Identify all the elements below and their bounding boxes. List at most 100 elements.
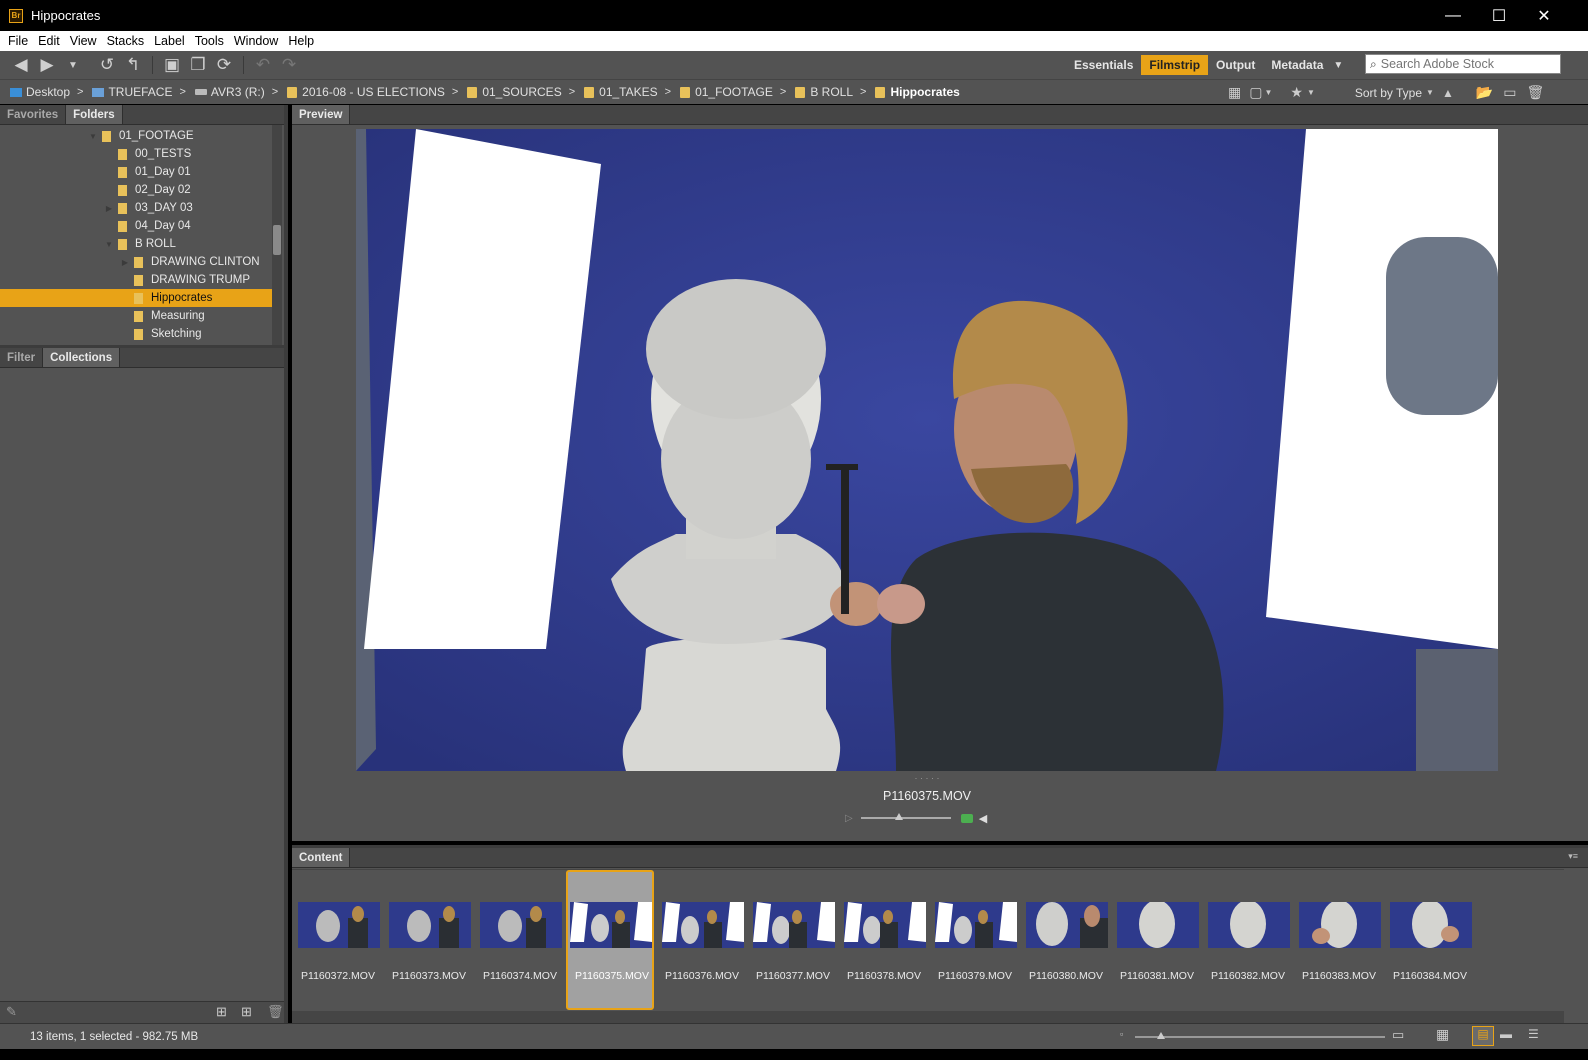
crumb-drive[interactable]: AVR3 (R:)	[194, 85, 265, 99]
workspace-essentials[interactable]: Essentials	[1066, 55, 1141, 75]
list-view-icon[interactable]: ☰	[1528, 1027, 1539, 1041]
folder-day-01[interactable]: 01_Day 01	[0, 163, 275, 181]
thumbnail-p1160375[interactable]: P1160375.MOV	[566, 870, 654, 1010]
thumbnail-p1160378[interactable]: P1160378.MOV	[840, 870, 928, 1010]
workspace-filmstrip[interactable]: Filmstrip	[1141, 55, 1209, 75]
folder-tree-scrollbar[interactable]	[272, 125, 282, 345]
tab-collections[interactable]: Collections	[43, 348, 121, 367]
search-box[interactable]: ⌕	[1365, 54, 1561, 74]
folder-sketching[interactable]: Sketching	[0, 325, 275, 343]
tab-favorites[interactable]: Favorites	[0, 105, 67, 124]
chevron-down-icon[interactable]: ▼	[1264, 88, 1272, 97]
folder-day-04[interactable]: 04_Day 04	[0, 217, 275, 235]
crumb-hippocrates[interactable]: Hippocrates	[875, 85, 960, 99]
volume-icon[interactable]: ◀	[979, 812, 987, 825]
menu-window[interactable]: Window	[229, 34, 283, 48]
menu-view[interactable]: View	[65, 34, 102, 48]
rotate-right-icon[interactable]: ↷	[276, 55, 302, 75]
sort-ascending-icon[interactable]: ▲	[1442, 86, 1454, 100]
edit-collection-icon[interactable]: ✎	[6, 1004, 17, 1020]
crumb-us-elections[interactable]: 2016-08 - US ELECTIONS	[287, 85, 445, 99]
content-scrollbar[interactable]	[292, 1011, 1564, 1023]
zoom-in-icon[interactable]: ▭	[1392, 1027, 1404, 1043]
folder-measuring[interactable]: Measuring	[0, 307, 275, 325]
return-icon[interactable]: ↺	[94, 55, 120, 75]
maximize-button[interactable]: ☐	[1476, 0, 1522, 31]
thumbnail-p1160374[interactable]: P1160374.MOV	[476, 870, 564, 1010]
thumbnail-p1160384[interactable]: P1160384.MOV	[1386, 870, 1474, 1010]
expanded-icon[interactable]: ▼	[88, 132, 98, 141]
loop-icon[interactable]	[960, 813, 973, 823]
grid-lock-icon[interactable]: ▦	[1436, 1026, 1449, 1043]
search-input[interactable]	[1380, 57, 1546, 71]
crumb-takes[interactable]: 01_TAKES	[584, 85, 658, 99]
crumb-trueface[interactable]: TRUEFACE	[92, 85, 172, 99]
chevron-down-icon[interactable]: ▼	[1307, 88, 1315, 97]
preview-image[interactable]	[356, 129, 1498, 771]
minimize-button[interactable]: —	[1430, 0, 1476, 31]
menu-help[interactable]: Help	[283, 34, 319, 48]
expanded-icon[interactable]: ▼	[104, 240, 114, 249]
thumbnail-size-slider[interactable]	[1135, 1032, 1385, 1039]
playhead-thumb[interactable]	[894, 813, 903, 820]
camera-icon[interactable]: ▣	[159, 55, 185, 75]
close-button[interactable]: ✕	[1521, 0, 1567, 31]
delete-collection-icon[interactable]: 🗑	[267, 1004, 284, 1020]
refine-icon[interactable]: ❐	[185, 55, 211, 75]
thumbnail-p1160373[interactable]: P1160373.MOV	[385, 870, 473, 1010]
folder-drawing-clinton[interactable]: ▶ DRAWING CLINTON	[0, 253, 275, 271]
rotate-left-icon[interactable]: ↶	[250, 55, 276, 75]
play-icon[interactable]: ▷	[845, 813, 853, 824]
menu-file[interactable]: File	[3, 34, 33, 48]
new-smart-collection-icon[interactable]: ⊞	[216, 1004, 227, 1020]
workspace-output[interactable]: Output	[1208, 55, 1263, 75]
boomerang-icon[interactable]: ↰	[120, 55, 146, 75]
workspace-dropdown-icon[interactable]: ▼	[1333, 60, 1343, 71]
chevron-down-icon[interactable]: ▼	[1426, 88, 1434, 97]
tab-content[interactable]: Content	[292, 848, 351, 867]
trash-icon[interactable]: 🗑	[1527, 84, 1545, 101]
thumbnail-p1160379[interactable]: P1160379.MOV	[931, 870, 1019, 1010]
thumbnail-p1160377[interactable]: P1160377.MOV	[749, 870, 837, 1010]
folder-drawing-trump[interactable]: DRAWING TRUMP	[0, 271, 275, 289]
zoom-out-icon[interactable]: ▫	[1120, 1029, 1123, 1039]
collapsed-icon[interactable]: ▶	[120, 258, 130, 267]
menu-label[interactable]: Label	[149, 34, 190, 48]
new-collection-icon[interactable]: ⊞	[241, 1004, 252, 1020]
open-in-camera-raw-icon[interactable]: ⟳	[211, 55, 237, 75]
folder-01-footage[interactable]: ▼ 01_FOOTAGE	[0, 127, 275, 145]
thumbnail-p1160376[interactable]: P1160376.MOV	[658, 870, 746, 1010]
menu-stacks[interactable]: Stacks	[102, 34, 150, 48]
slider-thumb[interactable]	[1157, 1032, 1165, 1039]
crumb-footage[interactable]: 01_FOOTAGE	[680, 85, 773, 99]
workspace-metadata[interactable]: Metadata	[1263, 55, 1331, 75]
view-options-icon[interactable]: ▢	[1249, 84, 1262, 101]
panel-menu-icon[interactable]: ▾≡	[1568, 851, 1578, 862]
collapsed-icon[interactable]: ▶	[104, 204, 114, 213]
thumbnail-p1160383[interactable]: P1160383.MOV	[1295, 870, 1383, 1010]
tab-preview[interactable]: Preview	[292, 105, 351, 124]
thumbnail-p1160372[interactable]: P1160372.MOV	[294, 870, 382, 1010]
sort-dropdown[interactable]: Sort by Type	[1355, 86, 1422, 100]
folder-00-tests[interactable]: 00_TESTS	[0, 145, 275, 163]
menu-edit[interactable]: Edit	[33, 34, 65, 48]
tab-filter[interactable]: Filter	[0, 348, 44, 367]
forward-icon[interactable]: ▶	[34, 55, 60, 75]
folder-hippocrates[interactable]: Hippocrates	[0, 289, 275, 307]
details-view-icon[interactable]: ▬	[1500, 1027, 1512, 1041]
folder-day-03[interactable]: ▶ 03_DAY 03	[0, 199, 275, 217]
scrollbar-thumb[interactable]	[273, 225, 281, 255]
thumbnail-view-icon[interactable]: ▤	[1472, 1026, 1494, 1046]
crumb-desktop[interactable]: Desktop	[10, 85, 70, 99]
tab-folders[interactable]: Folders	[66, 105, 123, 124]
crumb-b-roll[interactable]: B ROLL	[795, 85, 853, 99]
open-recent-folder-icon[interactable]: 📂	[1476, 84, 1493, 101]
menu-tools[interactable]: Tools	[190, 34, 229, 48]
thumbnail-quality-icon[interactable]: ▦	[1228, 84, 1241, 101]
folder-day-02[interactable]: 02_Day 02	[0, 181, 275, 199]
back-icon[interactable]: ◀	[8, 55, 34, 75]
recent-dropdown-icon[interactable]: ▼	[60, 60, 86, 71]
playhead-slider[interactable]	[860, 813, 951, 820]
star-filter-icon[interactable]: ★	[1290, 84, 1303, 101]
thumbnail-p1160381[interactable]: P1160381.MOV	[1113, 870, 1201, 1010]
